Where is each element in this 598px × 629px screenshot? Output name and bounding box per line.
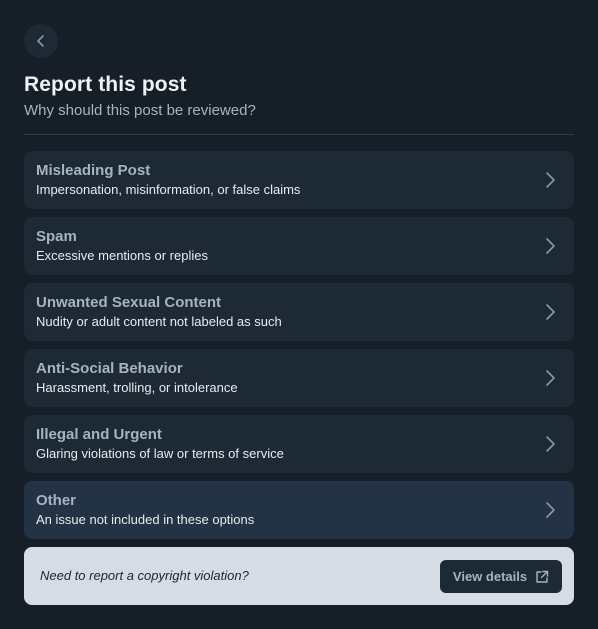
chevron-right-icon [546,172,555,188]
chevron-left-icon [33,33,49,49]
option-misleading-post[interactable]: Misleading Post Impersonation, misinform… [24,151,574,209]
option-illegal-and-urgent[interactable]: Illegal and Urgent Glaring violations of… [24,415,574,473]
option-description: Harassment, trolling, or intolerance [36,380,238,395]
option-title: Anti-Social Behavior [36,360,183,377]
option-description: An issue not included in these options [36,512,255,527]
report-options-list: Misleading Post Impersonation, misinform… [24,151,574,547]
option-title: Other [36,492,77,509]
external-link-icon [536,570,549,583]
option-anti-social-behavior[interactable]: Anti-Social Behavior Harassment, trollin… [24,349,574,407]
report-dialog: Report this post Why should this post be… [0,0,598,629]
view-details-label: View details [452,569,528,584]
view-details-button[interactable]: View details [440,560,562,593]
chevron-right-icon [546,436,555,452]
divider [24,134,574,135]
option-title: Unwanted Sexual Content [36,294,222,311]
option-description: Impersonation, misinformation, or false … [36,182,301,197]
option-title: Illegal and Urgent [36,426,162,443]
chevron-right-icon [546,502,555,518]
chevron-right-icon [546,370,555,386]
chevron-right-icon [546,304,555,320]
dialog-title: Report this post [24,73,187,96]
option-title: Misleading Post [36,162,151,179]
copyright-notice: Need to report a copyright violation? Vi… [24,547,574,605]
option-unwanted-sexual-content[interactable]: Unwanted Sexual Content Nudity or adult … [24,283,574,341]
option-description: Glaring violations of law or terms of se… [36,446,284,461]
option-other[interactable]: Other An issue not included in these opt… [24,481,574,539]
option-title: Spam [36,228,77,245]
option-spam[interactable]: Spam Excessive mentions or replies [24,217,574,275]
back-button[interactable] [24,24,58,58]
copyright-text: Need to report a copyright violation? [40,568,249,583]
option-description: Nudity or adult content not labeled as s… [36,314,282,329]
dialog-subtitle: Why should this post be reviewed? [24,102,256,119]
chevron-right-icon [546,238,555,254]
option-description: Excessive mentions or replies [36,248,208,263]
